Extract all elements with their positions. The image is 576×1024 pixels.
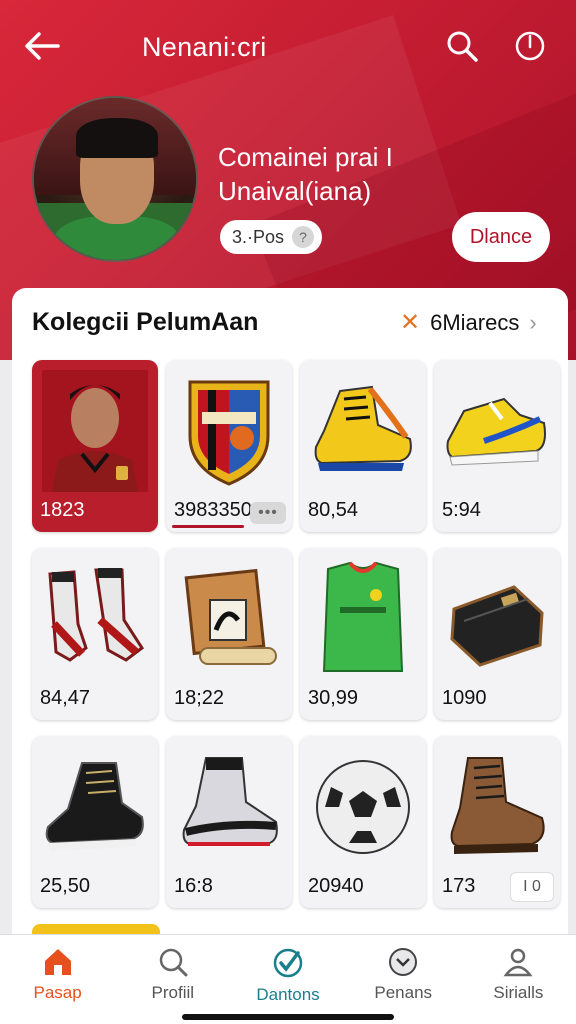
red-boots-icon: [42, 558, 148, 680]
nav-label: Sirialls: [493, 983, 544, 1002]
collection-item[interactable]: 30,99: [300, 548, 426, 720]
more-icon[interactable]: •••: [250, 502, 286, 524]
collection-item[interactable]: 20940: [300, 736, 426, 908]
item-value: 18;22: [174, 687, 225, 709]
collection-grid: 1823 3983350 ••• 80,54 5:94 84,47 18;22 …: [32, 360, 576, 960]
nav-label: Pasap: [33, 983, 82, 1002]
wallet-bag-icon: [444, 558, 550, 680]
yellow-boot-icon: [310, 370, 416, 492]
check-badge-icon: [273, 948, 303, 978]
item-value: 16:8: [174, 875, 213, 897]
collection-item[interactable]: 1823: [32, 360, 158, 532]
player-card-icon: [42, 370, 148, 492]
dance-button[interactable]: Dlance: [452, 212, 550, 262]
nav-label: Penans: [374, 983, 433, 1002]
search-icon: [447, 31, 478, 62]
progress-underline: [172, 525, 244, 528]
position-label: 3.·Pos: [232, 226, 285, 247]
collection-item[interactable]: 1090: [434, 548, 560, 720]
brown-boot-icon: [444, 746, 550, 868]
page-title: Nenani:cri: [142, 32, 267, 62]
collection-item[interactable]: 84,47: [32, 548, 158, 720]
black-boot-icon: [42, 746, 148, 868]
collection-action-label: 6Miarecs: [430, 309, 520, 335]
home-icon: [44, 949, 71, 975]
collection-item[interactable]: 25,50: [32, 736, 158, 908]
nav-item-profiil[interactable]: Profiil: [115, 935, 230, 1024]
chevron-circle-icon: [389, 948, 418, 976]
item-value: 3983350: [174, 499, 252, 521]
green-jersey-icon: [310, 558, 416, 680]
item-value: 25,50: [40, 875, 91, 897]
arrow-left-icon: [25, 32, 60, 60]
search-button[interactable]: [440, 24, 484, 68]
avatar[interactable]: [32, 96, 198, 262]
collection-item[interactable]: 80,54: [300, 360, 426, 532]
nav-label: Dantons: [256, 985, 320, 1004]
sign-board-icon: [176, 558, 282, 680]
nav-item-sirialls[interactable]: Sirialls: [461, 935, 576, 1024]
collection-item[interactable]: 3983350 •••: [166, 360, 292, 532]
help-icon[interactable]: ?: [292, 226, 315, 248]
nav-item-dantons[interactable]: Dantons: [230, 935, 345, 1024]
power-button[interactable]: [508, 24, 552, 68]
power-icon: [515, 31, 545, 61]
home-indicator[interactable]: [182, 1014, 394, 1020]
nav-item-pasap[interactable]: Pasap: [0, 935, 115, 1024]
football-icon: [310, 746, 416, 868]
collection-item[interactable]: 5:94: [434, 360, 560, 532]
search-icon: [159, 948, 188, 977]
collection-item[interactable]: 18;22: [166, 548, 292, 720]
item-value: 80,54: [308, 499, 359, 521]
club-crest-icon: [176, 370, 282, 492]
item-value: 5:94: [442, 499, 481, 521]
collection-item[interactable]: 16:8: [166, 736, 292, 908]
item-value: 30,99: [308, 687, 359, 709]
top-bar: Nenani:cri: [0, 18, 576, 74]
collection-action[interactable]: ✕ 6Miarecs ›: [400, 308, 537, 337]
back-button[interactable]: [20, 24, 64, 68]
nav-label: Profiil: [151, 983, 195, 1002]
item-badge[interactable]: I 0: [510, 872, 554, 902]
item-value: 173: [442, 875, 476, 897]
profile-name: Comainei prai I Unaival(iana): [218, 142, 393, 206]
item-value: 84,47: [40, 687, 91, 709]
item-value: 1090: [442, 687, 487, 709]
chevron-right-icon: ›: [529, 309, 537, 335]
silver-boot-icon: [176, 746, 282, 868]
position-pill[interactable]: 3.·Pos ?: [220, 220, 323, 254]
close-icon[interactable]: ✕: [400, 308, 420, 337]
user-icon: [503, 948, 533, 977]
item-value: 20940: [308, 875, 364, 897]
collection-panel: Kolegcii PelumAan ✕ 6Miarecs › 1823 3983…: [12, 288, 568, 948]
collection-title: Kolegcii PelumAan: [32, 308, 259, 336]
nav-item-penans[interactable]: Penans: [346, 935, 461, 1024]
bottom-nav: Pasap Profiil Dantons Penans Sirialls: [0, 934, 576, 1024]
item-value: 1823: [40, 499, 85, 521]
yellow-sneaker-icon: [444, 370, 550, 492]
collection-item[interactable]: 173 I 0: [434, 736, 560, 908]
next-row-peek: [32, 924, 160, 934]
